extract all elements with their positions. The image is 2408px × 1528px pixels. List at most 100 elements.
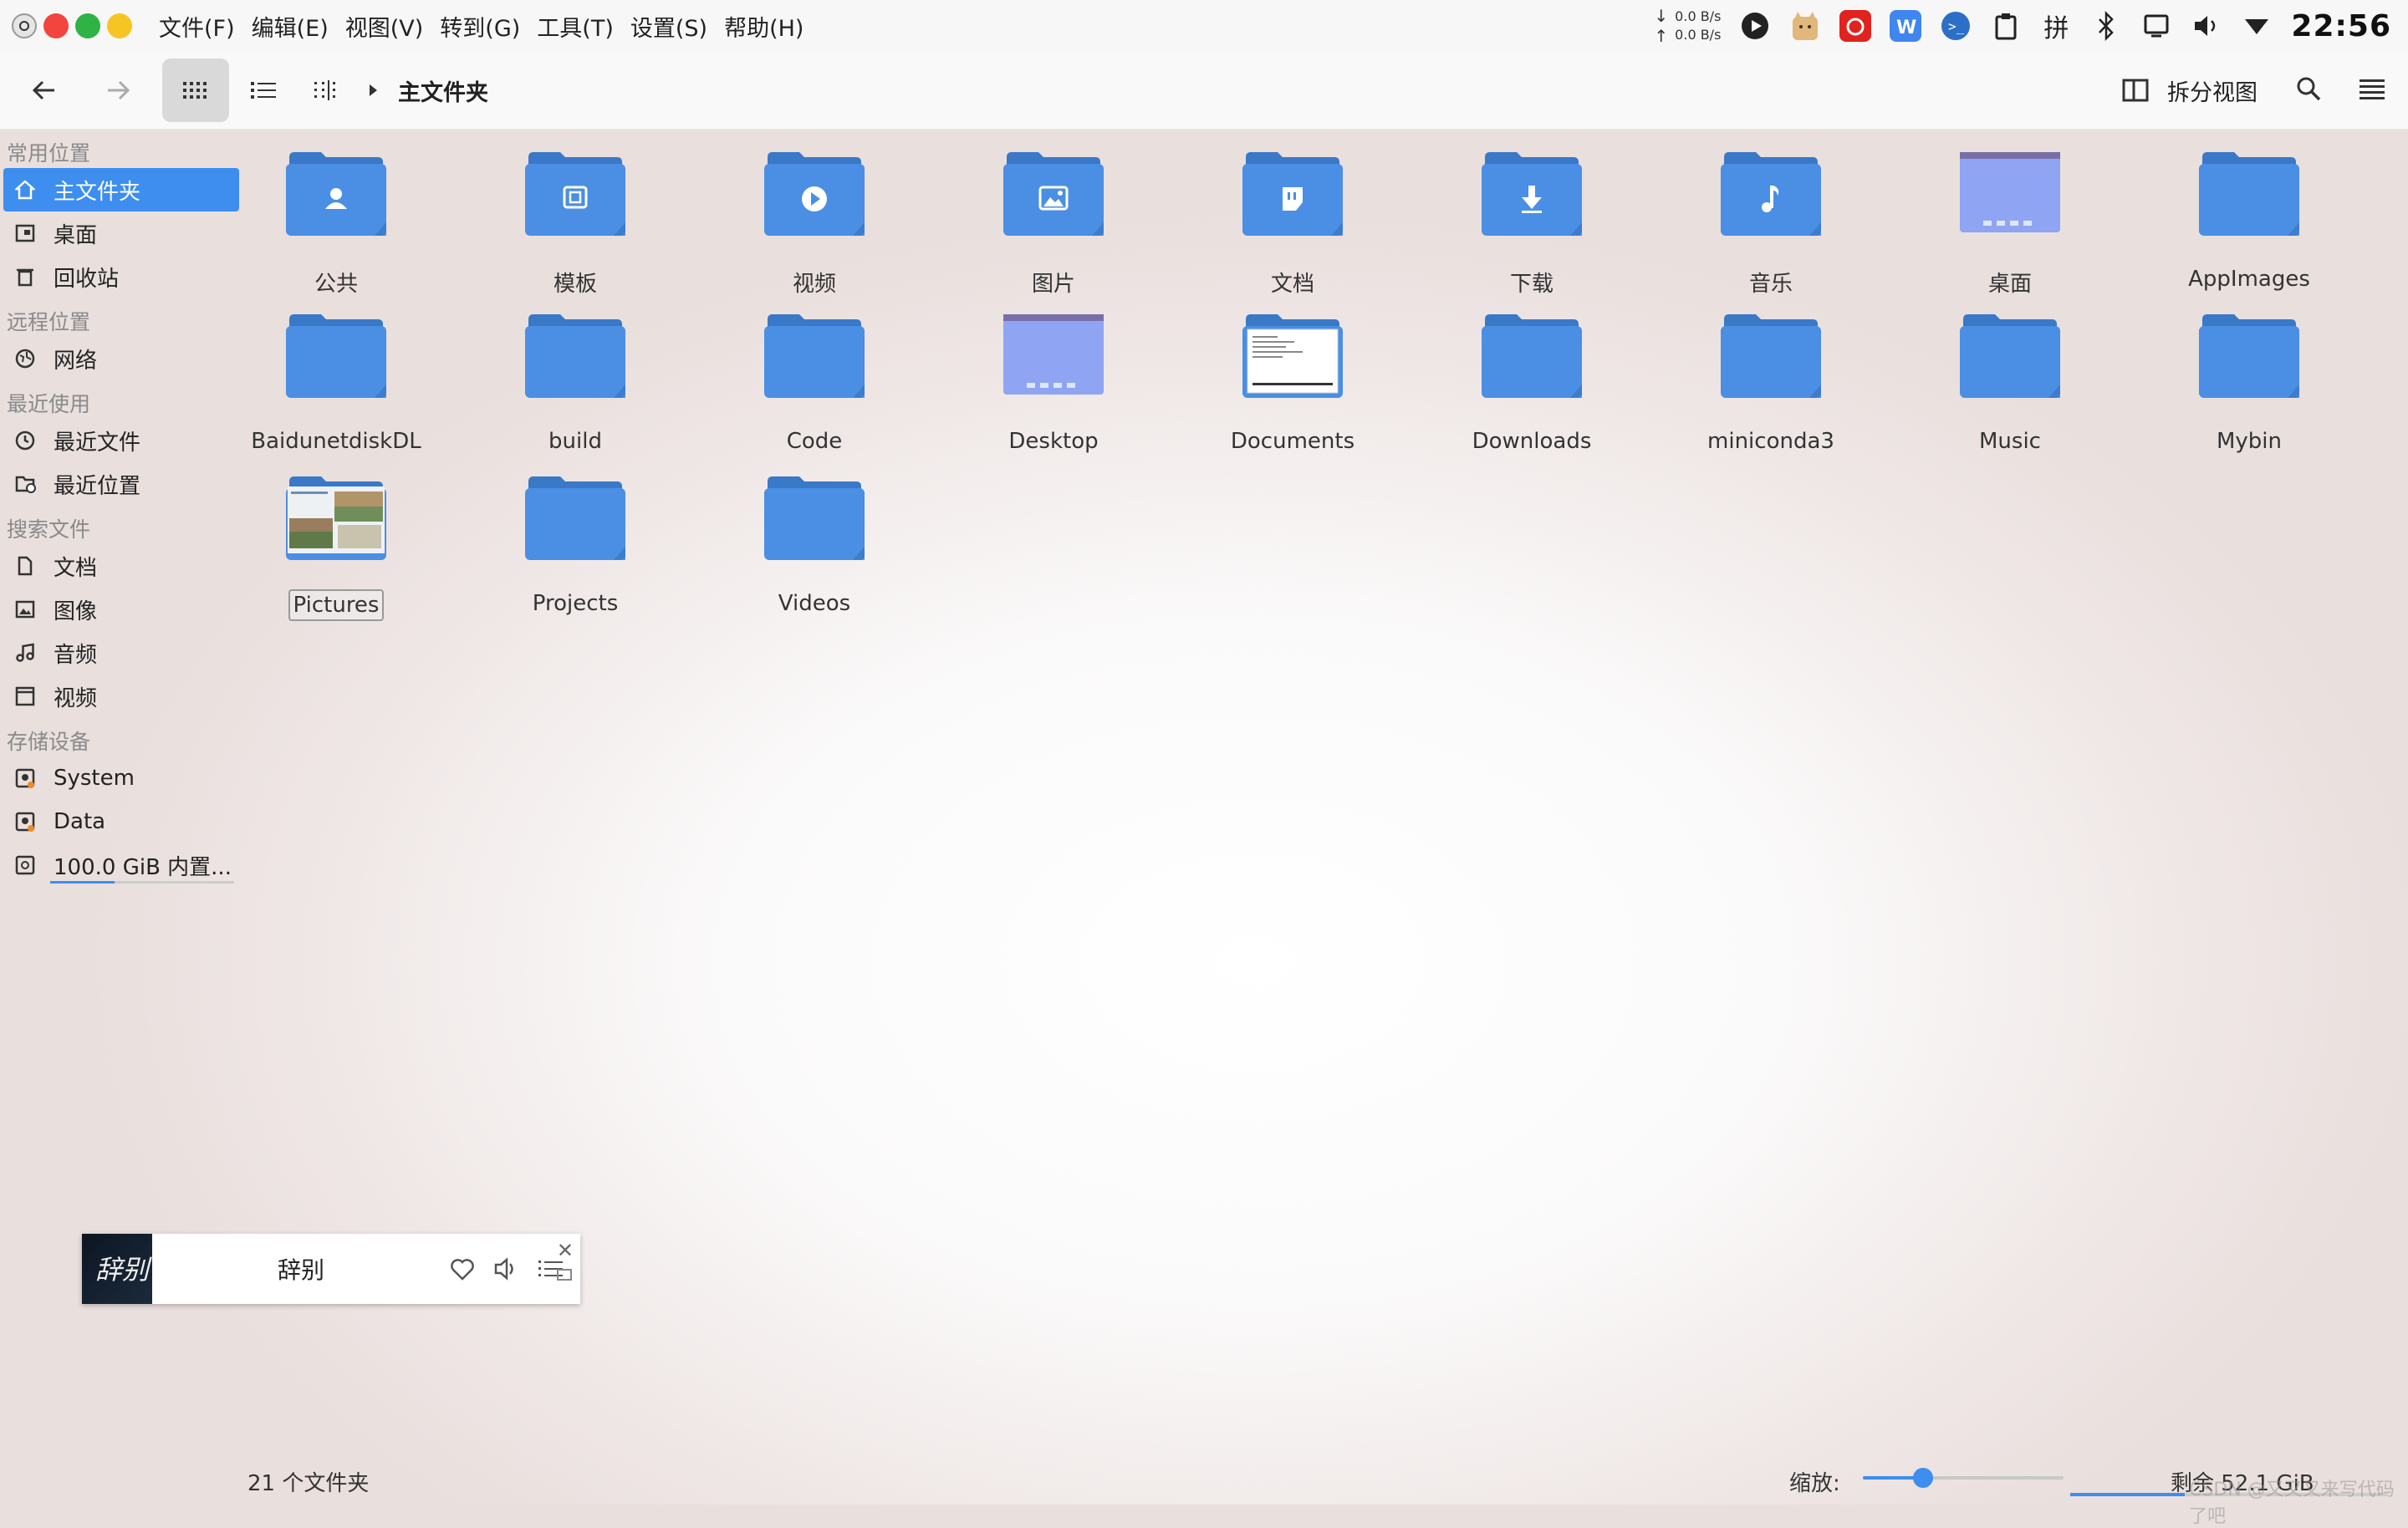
folder-item[interactable]: build bbox=[483, 311, 667, 470]
netease-music-icon[interactable] bbox=[1839, 10, 1872, 42]
sidebar-item-label: 图像 bbox=[54, 598, 98, 624]
menu-settings[interactable]: 设置(S) bbox=[622, 10, 716, 43]
folder-item[interactable]: Desktop bbox=[962, 311, 1145, 470]
sidebar-item-图像[interactable]: 图像 bbox=[3, 588, 239, 631]
folder-item[interactable]: AppImages bbox=[2157, 149, 2341, 308]
sidebar: 常用位置 主文件夹 桌面 回收站 远程位置 网络 最近使用 最近文件 最近位置 搜索文件 文档 图像音… bbox=[0, 130, 242, 887]
recent-clock-icon bbox=[15, 430, 43, 451]
folder-item[interactable]: Mybin bbox=[2157, 311, 2341, 470]
column-view-button[interactable] bbox=[298, 59, 356, 122]
input-method-icon[interactable]: 拼 bbox=[2040, 10, 2072, 43]
folder-item[interactable]: 桌面 bbox=[1918, 149, 2102, 308]
folder-name: Code bbox=[786, 429, 843, 454]
folder-name: Mybin bbox=[2216, 429, 2283, 454]
folder-item[interactable]: Pictures bbox=[244, 473, 428, 632]
cat-app-icon[interactable] bbox=[1789, 10, 1821, 42]
zoom-slider[interactable] bbox=[1863, 1468, 2064, 1488]
folder-item[interactable]: 音乐 bbox=[1679, 149, 1863, 308]
volume-icon[interactable] bbox=[493, 1257, 520, 1281]
split-view-icon bbox=[2122, 79, 2149, 102]
sidebar-item-data[interactable]: Data bbox=[3, 800, 239, 843]
window-controls bbox=[12, 13, 132, 38]
folder-item[interactable]: Downloads bbox=[1440, 311, 1624, 470]
maximize-window-button[interactable] bbox=[75, 13, 100, 38]
wps-office-icon[interactable]: W bbox=[1890, 10, 1922, 42]
terminal-app-icon[interactable]: >_ bbox=[1940, 10, 1972, 42]
sidebar-item-最近文件[interactable]: 最近文件 bbox=[3, 419, 239, 462]
heart-icon[interactable] bbox=[450, 1257, 475, 1281]
search-button[interactable] bbox=[2296, 76, 2321, 104]
app-menu-button[interactable] bbox=[12, 13, 37, 38]
sidebar-item-回收站[interactable]: 回收站 bbox=[3, 255, 239, 298]
sidebar-item-网络[interactable]: 网络 bbox=[3, 337, 239, 380]
grid-view-icon bbox=[183, 82, 207, 99]
system-tray: ↓ ↑ 0.0 B/s 0.0 B/s W >_ 拼 22:56 bbox=[1654, 0, 2391, 52]
folder-item[interactable]: miniconda3 bbox=[1679, 311, 1863, 470]
folder-icon bbox=[763, 311, 866, 400]
folder-item[interactable]: 下载 bbox=[1440, 149, 1624, 308]
close-window-button[interactable] bbox=[43, 13, 69, 38]
notification-icon[interactable] bbox=[2140, 10, 2172, 42]
bluetooth-icon[interactable] bbox=[2090, 10, 2122, 42]
sidebar-item-主文件夹[interactable]: 主文件夹 bbox=[3, 168, 239, 211]
folder-item[interactable]: Documents bbox=[1201, 311, 1385, 470]
sidebar-item-音频[interactable]: 音频 bbox=[3, 631, 239, 675]
zoom-slider-handle[interactable] bbox=[1913, 1468, 1933, 1488]
menu-edit[interactable]: 编辑(E) bbox=[243, 10, 337, 43]
split-view-button[interactable]: 拆分视图 bbox=[2122, 74, 2258, 107]
folder-item[interactable]: 模板 bbox=[483, 149, 667, 308]
hamburger-menu-button[interactable] bbox=[2360, 78, 2385, 103]
folder-item[interactable]: 视频 bbox=[722, 149, 906, 308]
folder-icon bbox=[1241, 311, 1344, 400]
folder-item[interactable]: 文档 bbox=[1201, 149, 1385, 308]
folder-item[interactable]: Projects bbox=[483, 473, 667, 632]
volume-icon[interactable] bbox=[2191, 10, 2222, 42]
album-cover[interactable]: 辞别 bbox=[82, 1234, 152, 1304]
breadcrumb-expand-button[interactable] bbox=[363, 59, 383, 122]
folder-icon bbox=[523, 149, 627, 237]
svg-text:W: W bbox=[1896, 18, 1916, 38]
sidebar-item-label: 最近位置 bbox=[54, 473, 141, 499]
sidebar-section-title: 最近使用 bbox=[7, 392, 91, 416]
network-speed: ↓ ↑ 0.0 B/s 0.0 B/s bbox=[1654, 6, 1721, 46]
menu-tools[interactable]: 工具(T) bbox=[528, 10, 622, 43]
folder-name: AppImages bbox=[2188, 267, 2310, 292]
sidebar-item-桌面[interactable]: 桌面 bbox=[3, 211, 239, 255]
wifi-icon[interactable] bbox=[2241, 10, 2273, 42]
sidebar-item-视频[interactable]: 视频 bbox=[3, 675, 239, 718]
sidebar-section-title: 远程位置 bbox=[7, 310, 91, 334]
menu-go[interactable]: 转到(G) bbox=[431, 10, 528, 43]
folder-item[interactable]: 公共 bbox=[244, 149, 428, 308]
folder-icon bbox=[284, 473, 388, 562]
sidebar-item-system[interactable]: System bbox=[3, 756, 239, 800]
folder-item[interactable]: BaidunetdiskDL bbox=[244, 311, 428, 470]
sidebar-item-文档[interactable]: 文档 bbox=[3, 544, 239, 588]
breadcrumb-current[interactable]: 主文件夹 bbox=[398, 74, 488, 107]
minimize-window-button[interactable] bbox=[107, 13, 132, 38]
toolbar-right: 拆分视图 bbox=[2122, 52, 2385, 129]
media-play-icon[interactable] bbox=[1739, 10, 1771, 42]
forward-button[interactable] bbox=[87, 59, 150, 122]
list-view-button[interactable] bbox=[234, 59, 293, 122]
arrow-right-icon bbox=[108, 80, 130, 100]
sidebar-item-label: 100.0 GiB 内置... bbox=[54, 854, 232, 880]
folder-item[interactable]: Music bbox=[1918, 311, 2102, 470]
video-icon bbox=[15, 686, 43, 706]
music-note-icon bbox=[15, 643, 43, 663]
folder-icon bbox=[284, 311, 388, 400]
menu-help[interactable]: 帮助(H) bbox=[716, 10, 812, 43]
sidebar-item-100.0-gib-内置...[interactable]: 100.0 GiB 内置... bbox=[3, 843, 239, 887]
folder-item[interactable]: Videos bbox=[722, 473, 906, 632]
folder-icon bbox=[1480, 311, 1584, 400]
close-icon[interactable]: ✕ bbox=[557, 1239, 574, 1262]
menu-view[interactable]: 视图(V) bbox=[337, 10, 432, 43]
folder-item[interactable]: 图片 bbox=[962, 149, 1145, 308]
clock[interactable]: 22:56 bbox=[2291, 9, 2391, 43]
folder-item[interactable]: Code bbox=[722, 311, 906, 470]
back-button[interactable] bbox=[12, 59, 75, 122]
menu-file[interactable]: 文件(F) bbox=[150, 10, 243, 43]
mini-mode-icon[interactable] bbox=[557, 1269, 572, 1281]
icon-view-button[interactable] bbox=[162, 59, 229, 122]
sidebar-item-最近位置[interactable]: 最近位置 bbox=[3, 462, 239, 506]
clipboard-icon[interactable] bbox=[1990, 10, 2022, 42]
